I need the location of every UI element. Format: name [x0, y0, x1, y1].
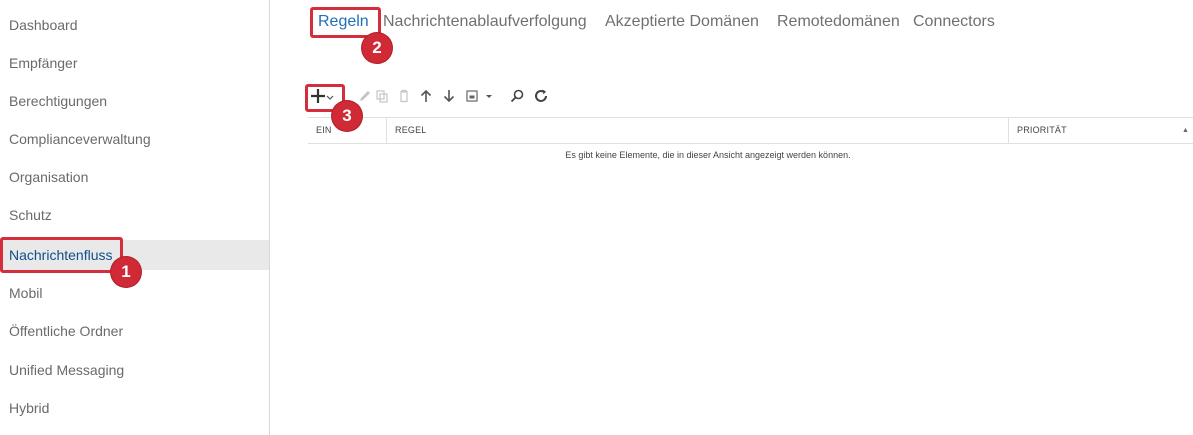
column-divider[interactable]	[1008, 118, 1009, 143]
column-header-prioritaet[interactable]: PRIORITÄT	[1017, 118, 1167, 143]
delete-icon[interactable]	[395, 86, 413, 106]
copy-icon[interactable]	[373, 86, 391, 106]
sidebar-item-complianceverwaltung[interactable]: Complianceverwaltung	[0, 124, 269, 154]
column-divider[interactable]	[386, 118, 387, 143]
sidebar-item-dashboard[interactable]: Dashboard	[0, 10, 269, 40]
sidebar-item-empfaenger[interactable]: Empfänger	[0, 48, 269, 78]
sidebar-item-berechtigungen[interactable]: Berechtigungen	[0, 86, 269, 116]
sidebar-item-unified-messaging[interactable]: Unified Messaging	[0, 355, 269, 385]
move-up-icon[interactable]	[417, 86, 435, 106]
empty-list-message: Es gibt keine Elemente, die in dieser An…	[565, 150, 851, 160]
annotation-callout-1: 1	[111, 257, 141, 287]
move-down-icon[interactable]	[440, 86, 458, 106]
search-icon[interactable]	[508, 86, 526, 106]
sidebar-item-organisation[interactable]: Organisation	[0, 162, 269, 192]
tab-remotedomaenen[interactable]: Remotedomänen	[777, 11, 900, 33]
export-icon[interactable]	[465, 86, 499, 106]
tab-akzeptierte-domaenen[interactable]: Akzeptierte Domänen	[605, 11, 759, 33]
sidebar-item-schutz[interactable]: Schutz	[0, 200, 269, 230]
sidebar-item-hybrid[interactable]: Hybrid	[0, 393, 269, 423]
tab-connectors[interactable]: Connectors	[913, 11, 995, 33]
edit-icon[interactable]	[356, 86, 374, 106]
sidebar-item-oeffentliche-ordner[interactable]: Öffentliche Ordner	[0, 316, 269, 346]
tab-nachrichtenablaufverfolgung[interactable]: Nachrichtenablaufverfolgung	[383, 11, 587, 33]
annotation-highlight-nachrichtenfluss	[0, 237, 123, 273]
table-header: EIN REGEL PRIORITÄT ▲	[308, 117, 1193, 144]
annotation-callout-2: 2	[362, 33, 392, 63]
sidebar-nav: Dashboard Empfänger Berechtigungen Compl…	[0, 0, 270, 435]
column-header-regel[interactable]: REGEL	[395, 118, 995, 143]
sort-ascending-icon[interactable]: ▲	[1182, 118, 1192, 143]
refresh-icon[interactable]	[532, 86, 550, 106]
annotation-callout-3: 3	[332, 101, 362, 131]
